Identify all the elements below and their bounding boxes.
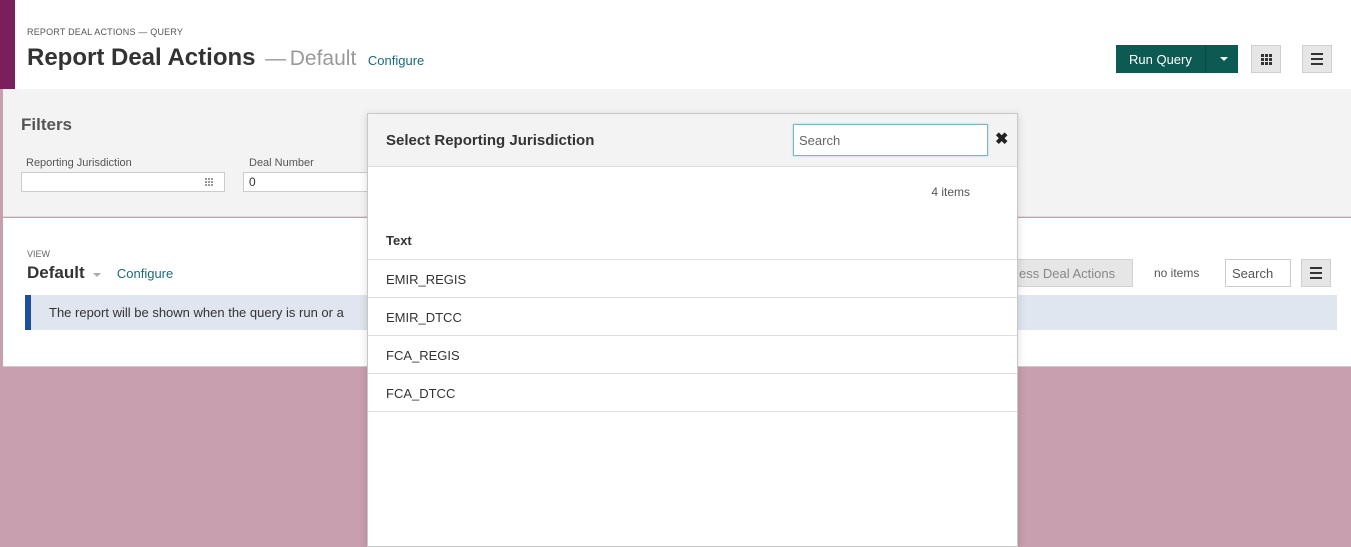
column-header-text[interactable]: Text xyxy=(368,222,1017,260)
title-row: Report Deal Actions — Default Configure xyxy=(27,44,424,72)
header-menu-button[interactable] xyxy=(1302,45,1332,73)
dialog-item-count: 4 items xyxy=(931,185,970,199)
process-deal-actions-button[interactable]: ess Deal Actions xyxy=(1003,259,1133,287)
header-configure-link[interactable]: Configure xyxy=(368,53,424,68)
view-label: VIEW xyxy=(27,249,51,259)
select-jurisdiction-dialog: Select Reporting Jurisdiction ✖ 4 items … xyxy=(367,113,1018,547)
page-title: Report Deal Actions xyxy=(27,44,256,71)
reporting-jurisdiction-input[interactable] xyxy=(21,172,225,192)
chevron-down-icon[interactable] xyxy=(1220,57,1228,61)
list-item[interactable]: FCA_REGIS xyxy=(368,336,1017,374)
reporting-jurisdiction-label: Reporting Jurisdiction xyxy=(26,157,132,169)
dialog-title: Select Reporting Jurisdiction xyxy=(386,132,595,149)
menu-icon xyxy=(1310,267,1322,279)
view-selector[interactable]: Default xyxy=(27,263,85,282)
view-menu-button[interactable] xyxy=(1301,259,1331,287)
list-item[interactable]: FCA_DTCC xyxy=(368,374,1017,412)
run-query-label: Run Query xyxy=(1129,51,1192,67)
view-configure-link[interactable]: Configure xyxy=(117,266,173,281)
deal-number-label: Deal Number xyxy=(249,157,314,169)
lookup-icon[interactable] xyxy=(205,178,213,186)
run-query-divider xyxy=(1205,45,1206,73)
view-search-input[interactable] xyxy=(1225,259,1291,287)
menu-icon xyxy=(1311,53,1323,65)
results-count: no items xyxy=(1154,266,1200,280)
dialog-search-input[interactable] xyxy=(793,124,988,156)
breadcrumb: REPORT DEAL ACTIONS — QUERY xyxy=(27,27,184,37)
view-row: Default Configure xyxy=(27,263,173,283)
close-icon[interactable]: ✖ xyxy=(995,129,1008,149)
filters-title: Filters xyxy=(21,115,73,134)
deal-number-input[interactable] xyxy=(243,172,373,192)
current-view-name: Default xyxy=(289,47,357,70)
list-item[interactable]: EMIR_REGIS xyxy=(368,260,1017,298)
grid-view-button[interactable] xyxy=(1251,45,1281,73)
dialog-header: Select Reporting Jurisdiction ✖ xyxy=(368,114,1017,167)
chevron-down-icon[interactable] xyxy=(93,272,102,277)
grid-icon xyxy=(1260,53,1272,65)
list-item[interactable]: EMIR_DTCC xyxy=(368,298,1017,336)
jurisdiction-list: EMIR_REGIS EMIR_DTCC FCA_REGIS FCA_DTCC xyxy=(368,260,1017,412)
run-query-button[interactable]: Run Query xyxy=(1116,45,1238,73)
title-separator: — xyxy=(265,47,287,70)
